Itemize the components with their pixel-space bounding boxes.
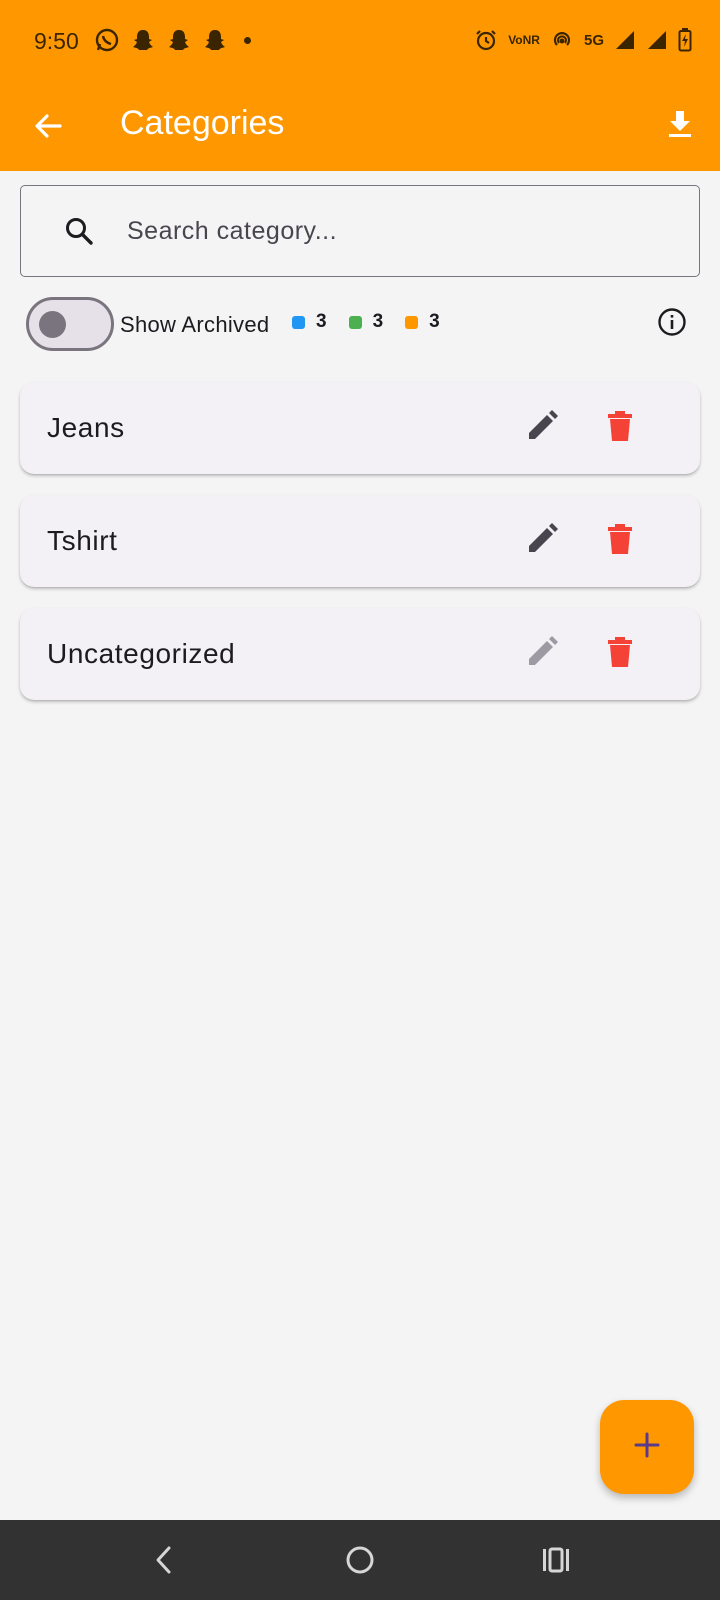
legend: 3 3 3 [292,311,462,333]
chevron-left-icon [151,1545,177,1580]
status-left-icons [94,27,251,53]
nav-home-button[interactable] [338,1540,382,1584]
list-item[interactable]: Uncategorized [20,608,700,700]
hotspot-icon [550,26,574,54]
status-bar: 9:50 Vo NR 5G [0,0,720,84]
info-button[interactable] [654,306,690,342]
trash-icon [606,410,634,447]
show-archived-label: Show Archived [120,312,270,337]
system-nav-bar [0,1520,720,1600]
list-item[interactable]: Tshirt [20,495,700,587]
snapchat-icon [130,27,156,53]
search-field[interactable] [20,185,700,277]
legend-count: 3 [372,311,384,332]
show-archived-toggle[interactable] [26,297,114,351]
legend-item: 3 [292,311,327,333]
edit-icon [525,409,559,448]
search-icon [61,213,97,249]
arrow-back-icon [33,111,63,146]
trash-icon [606,523,634,560]
legend-count: 3 [316,311,327,332]
snapchat-icon [202,27,228,53]
signal-icon [614,26,636,54]
category-list: Jeans Tshirt Uncategorized [20,382,700,721]
list-item[interactable]: Jeans [20,382,700,474]
delete-button[interactable] [594,628,646,680]
legend-item: 3 [348,311,384,333]
snapchat-icon [166,27,192,53]
legend-swatch-green [348,315,362,329]
legend-item: 3 [405,311,440,333]
signal-icon [646,26,668,54]
alarm-icon [474,26,498,54]
edit-button-disabled [516,628,568,680]
volte-label-top: Vo [508,32,523,47]
legend-swatch-orange [405,315,419,329]
toggle-knob [39,311,66,338]
edit-button[interactable] [516,402,568,454]
delete-button[interactable] [594,515,646,567]
page-title: Categories [120,104,285,142]
nav-back-button[interactable] [142,1540,186,1584]
info-icon [656,306,688,343]
recents-icon [541,1547,571,1578]
legend-swatch-blue [292,315,305,329]
battery-icon [678,26,692,54]
back-button[interactable] [22,102,74,154]
category-name: Jeans [47,412,125,443]
trash-icon [606,636,634,673]
add-category-button[interactable] [600,1400,694,1494]
5g-icon: 5G [583,31,604,49]
app-bar: Categories [0,84,720,171]
status-right-icons: Vo NR 5G [474,26,692,54]
download-icon [665,109,695,144]
category-name: Uncategorized [47,638,236,669]
whatsapp-icon [94,27,120,53]
volte-icon: Vo NR [508,26,540,54]
edit-icon [525,635,559,674]
filter-row: Show Archived 3 3 3 [26,297,700,353]
download-button[interactable] [654,100,706,152]
volte-label-bottom: NR [522,32,540,47]
plus-icon [632,1430,662,1465]
nav-recents-button[interactable] [534,1540,578,1584]
category-name: Tshirt [47,525,118,556]
search-input[interactable] [127,216,647,246]
status-time: 9:50 [34,28,79,54]
notification-dot-icon [244,36,251,44]
edit-button[interactable] [516,515,568,567]
delete-button[interactable] [594,402,646,454]
edit-icon [525,522,559,561]
home-circle-icon [345,1545,375,1580]
legend-count: 3 [429,311,440,332]
app-header: 9:50 Vo NR 5G Categories [0,0,720,171]
